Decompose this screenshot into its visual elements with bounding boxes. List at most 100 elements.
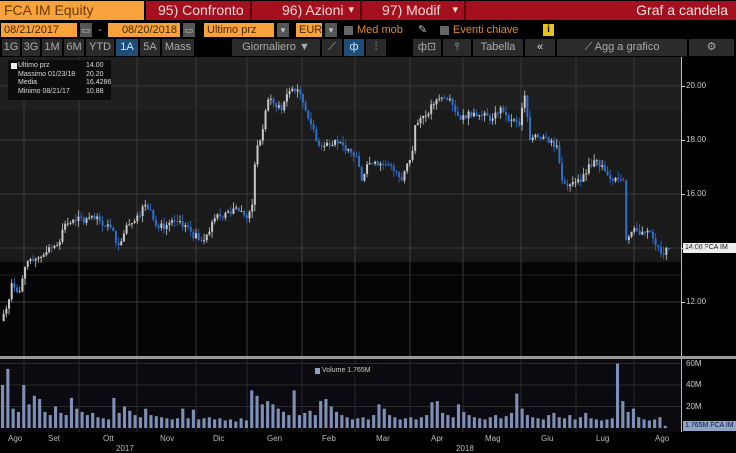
line-chart-icon[interactable]: ⟋ bbox=[322, 39, 342, 56]
candle-body bbox=[529, 116, 532, 140]
candle-body bbox=[515, 119, 518, 122]
candle-body bbox=[382, 163, 385, 165]
volume-bar bbox=[398, 419, 402, 428]
candle-body bbox=[307, 110, 310, 119]
moving-average-checkbox[interactable] bbox=[344, 26, 353, 35]
chevron-down-icon[interactable]: ▾ bbox=[277, 23, 289, 37]
volume-bar bbox=[75, 408, 79, 428]
bar-chart-icon[interactable]: ⫶ bbox=[366, 39, 386, 56]
candle-body bbox=[574, 181, 577, 183]
range-button-1g[interactable]: 1G bbox=[2, 39, 20, 56]
candle-body bbox=[181, 221, 184, 228]
compare-button[interactable]: 95) Confronto bbox=[148, 1, 252, 20]
price-chart[interactable] bbox=[0, 57, 681, 356]
candle-body bbox=[93, 215, 96, 220]
settings-button[interactable]: ⚙ bbox=[689, 39, 734, 56]
candle-chart-icon[interactable]: ф bbox=[344, 39, 364, 56]
candle-body bbox=[545, 136, 548, 138]
field-select[interactable]: Ultimo prz bbox=[204, 23, 274, 37]
candle-body bbox=[42, 254, 45, 257]
candle-body bbox=[136, 215, 139, 222]
candle-body bbox=[304, 102, 307, 111]
candle-body bbox=[475, 112, 478, 117]
volume-bar bbox=[345, 417, 349, 428]
volume-bar bbox=[393, 417, 397, 428]
candle-body bbox=[595, 160, 598, 162]
volume-bar bbox=[557, 417, 561, 428]
volume-bar bbox=[361, 417, 365, 428]
candle-body bbox=[480, 114, 483, 116]
volume-bar bbox=[568, 415, 572, 428]
currency-select[interactable]: EUR bbox=[296, 23, 322, 37]
candle-body bbox=[561, 162, 564, 181]
table-button[interactable]: Tabella bbox=[473, 39, 523, 56]
candle-body bbox=[432, 104, 435, 106]
volume-bar bbox=[181, 408, 185, 428]
range-button-1m[interactable]: 1M bbox=[42, 39, 62, 56]
range-button-5a[interactable]: 5A bbox=[140, 39, 160, 56]
candle-body bbox=[98, 216, 101, 221]
start-date-field[interactable]: 08/21/2017 bbox=[1, 23, 77, 37]
legend-last-value: 14.00 bbox=[86, 62, 104, 69]
range-button-3g[interactable]: 3G bbox=[22, 39, 40, 56]
volume-bar bbox=[122, 406, 127, 428]
range-button-mass[interactable]: Mass bbox=[162, 39, 194, 56]
chevron-down-icon[interactable]: ▾ bbox=[325, 23, 337, 37]
candle-body bbox=[82, 217, 85, 223]
candle-body bbox=[355, 155, 358, 157]
candle-body bbox=[232, 208, 235, 214]
range-button-6m[interactable]: 6M bbox=[64, 39, 84, 56]
candle-body bbox=[406, 163, 409, 172]
volume-bar bbox=[509, 412, 514, 428]
candle-body bbox=[72, 219, 75, 223]
volume-bar bbox=[22, 385, 26, 428]
volume-bar bbox=[32, 395, 36, 428]
period-select[interactable]: Giornaliero ▼ bbox=[232, 39, 320, 56]
candle-body bbox=[598, 160, 601, 167]
ohlc-icon[interactable]: ф⊡ bbox=[413, 39, 441, 56]
candle-body bbox=[585, 173, 588, 175]
volume-bar bbox=[329, 406, 333, 428]
collapse-button[interactable]: « bbox=[525, 39, 555, 56]
calendar-icon[interactable]: ▭ bbox=[183, 23, 195, 37]
key-events-checkbox[interactable] bbox=[440, 26, 449, 35]
chevron-down-icon: ▾ bbox=[348, 4, 354, 16]
ticker-field[interactable]: FCA IM Equity bbox=[0, 1, 144, 20]
candle-body bbox=[582, 174, 585, 182]
candle-body bbox=[593, 160, 596, 167]
edit-button[interactable]: 97) Modif ▾ bbox=[364, 1, 466, 20]
volume-bar bbox=[255, 395, 259, 428]
end-date-field[interactable]: 08/20/2018 bbox=[108, 23, 180, 37]
candle-body bbox=[334, 140, 336, 145]
volume-bar bbox=[260, 404, 264, 428]
candle-body bbox=[85, 218, 88, 223]
candle-body bbox=[387, 164, 390, 166]
candle-body bbox=[496, 112, 499, 114]
chart-legend[interactable]: Ultimo prz 14.00 Massimo 01/23/18 20.20 Me… bbox=[8, 60, 111, 100]
candle-body bbox=[56, 245, 59, 247]
range-button-ytd[interactable]: YTD bbox=[86, 39, 114, 56]
calendar-icon[interactable]: ▭ bbox=[80, 23, 92, 37]
actions-button[interactable]: 96) Azioni ▾ bbox=[254, 1, 362, 20]
volume-bar bbox=[234, 421, 238, 428]
add-to-chart-button[interactable]: ⟋ Agg a grafico bbox=[557, 39, 687, 56]
candle-body bbox=[291, 88, 294, 92]
legend-mean: Media 16.4286 bbox=[18, 79, 111, 88]
info-icon[interactable]: i bbox=[543, 24, 554, 36]
candle-body bbox=[293, 88, 296, 92]
candle-body bbox=[248, 211, 251, 219]
price-tick-label: 14.00 bbox=[686, 243, 707, 252]
candle-body bbox=[5, 308, 8, 314]
candle-body bbox=[213, 218, 216, 222]
candle-body bbox=[229, 211, 232, 214]
volume-bar bbox=[536, 418, 540, 428]
range-button-1a[interactable]: 1A bbox=[116, 39, 138, 56]
volume-bar bbox=[16, 411, 21, 428]
volume-bar bbox=[101, 418, 105, 428]
hilo-icon[interactable]: ⫯ bbox=[443, 39, 471, 56]
month-label: Nov bbox=[160, 434, 175, 443]
candle-body bbox=[29, 259, 32, 262]
candle-body bbox=[358, 156, 361, 167]
pencil-icon[interactable]: ✎ bbox=[418, 23, 427, 37]
candle-body bbox=[184, 225, 187, 228]
